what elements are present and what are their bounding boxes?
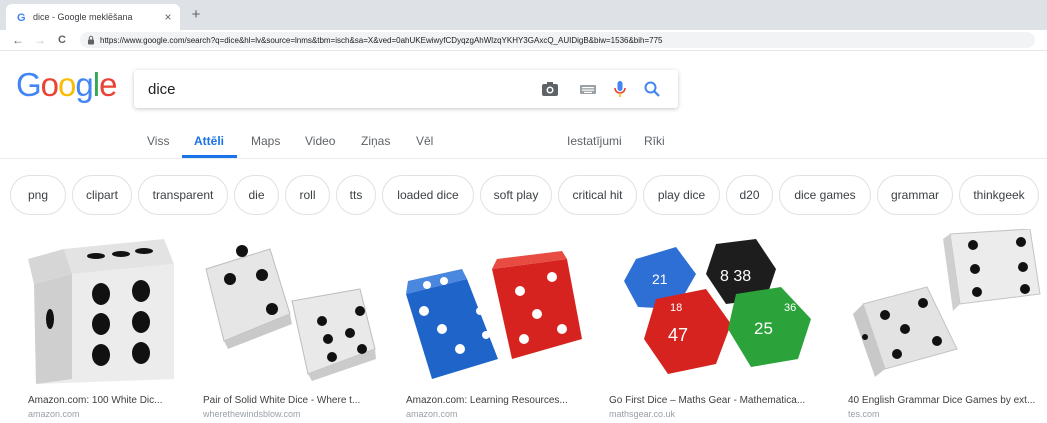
svg-text:Google: Google	[16, 67, 116, 103]
camera-icon[interactable]	[540, 79, 560, 99]
result-source-3: amazon.com	[406, 409, 458, 419]
chip-clipart[interactable]: clipart	[72, 175, 132, 215]
tab-more[interactable]: Vēl	[416, 134, 433, 148]
chip-roll[interactable]: roll	[285, 175, 330, 215]
chip-png[interactable]: png	[10, 175, 66, 215]
search-nav-tabs: Viss Attēli Maps Video Ziņas Vēl Iestatī…	[0, 128, 1047, 158]
tab-news[interactable]: Ziņas	[361, 134, 390, 148]
green-die-label: 25	[754, 319, 773, 338]
chip-dice-games[interactable]: dice games	[779, 175, 871, 215]
browser-tab[interactable]: G dice - Google meklēšana ×	[6, 4, 180, 30]
keyboard-icon[interactable]	[578, 79, 598, 99]
chip-tts[interactable]: tts	[336, 175, 376, 215]
tab-all[interactable]: Viss	[147, 134, 169, 148]
result-source-5: tes.com	[848, 409, 880, 419]
microphone-icon[interactable]	[610, 79, 630, 99]
blue-red-dice-image	[406, 251, 582, 379]
tab-close-icon[interactable]: ×	[160, 10, 176, 24]
tab-video[interactable]: Video	[305, 134, 335, 148]
grammar-dice-image	[853, 229, 1041, 377]
svg-text:G: G	[17, 12, 26, 23]
red-die-label: 47	[668, 325, 688, 345]
header-divider	[0, 158, 1047, 159]
result-source-4: mathsgear.co.uk	[609, 409, 676, 419]
chip-critical-hit[interactable]: critical hit	[558, 175, 637, 215]
address-url: https://www.google.com/search?q=dice&hl=…	[100, 35, 663, 45]
search-box[interactable]: dice	[134, 70, 678, 108]
result-title-1[interactable]: Amazon.com: 100 White Dic...	[28, 395, 178, 406]
result-source-1: amazon.com	[28, 409, 80, 419]
new-tab-button[interactable]: +	[186, 5, 206, 25]
chip-d20[interactable]: d20	[726, 175, 773, 215]
chip-die[interactable]: die	[234, 175, 279, 215]
result-image-5[interactable]	[845, 229, 1042, 387]
result-title-5[interactable]: 40 English Grammar Dice Games by ext...	[848, 395, 1043, 406]
result-image-3[interactable]	[402, 229, 585, 387]
address-bar[interactable]: https://www.google.com/search?q=dice&hl=…	[80, 32, 1035, 48]
result-image-1[interactable]	[24, 229, 179, 387]
lock-icon	[88, 35, 94, 45]
tab-title: dice - Google meklēšana	[33, 12, 133, 22]
black-die-label: 8 38	[720, 268, 751, 285]
google-favicon-icon: G	[17, 12, 26, 23]
chip-transparent[interactable]: transparent	[138, 175, 228, 215]
google-logo[interactable]: Google	[16, 67, 121, 103]
chip-thinkgeek[interactable]: thinkgeek	[959, 175, 1039, 215]
red-die-small-label: 18	[670, 302, 682, 314]
chip-soft-play[interactable]: soft play	[480, 175, 552, 215]
result-title-3[interactable]: Amazon.com: Learning Resources...	[406, 395, 586, 406]
result-image-2[interactable]	[200, 229, 382, 387]
tools-link[interactable]: Rīki	[644, 134, 665, 148]
chip-loaded-dice[interactable]: loaded dice	[382, 175, 474, 215]
blue-die-label: 21	[652, 271, 668, 287]
result-title-4[interactable]: Go First Dice – Maths Gear - Mathematica…	[609, 395, 824, 406]
white-die-image	[28, 239, 174, 384]
browser-tab-bar: G dice - Google meklēšana × +	[0, 0, 1047, 30]
browser-toolbar: ← → C https://www.google.com/search?q=di…	[0, 30, 1047, 51]
search-input[interactable]: dice	[148, 81, 176, 98]
search-icon[interactable]	[642, 79, 662, 99]
settings-link[interactable]: Iestatījumi	[567, 134, 622, 148]
result-image-4[interactable]: 21 8 38 47 18 25 36	[606, 229, 824, 387]
tab-maps[interactable]: Maps	[251, 134, 280, 148]
colored-d12-dice-image: 21 8 38 47 18 25 36	[624, 239, 811, 374]
white-dice-pair-image	[205, 245, 376, 381]
green-die-small-label: 36	[784, 302, 796, 314]
forward-button[interactable]: →	[32, 32, 48, 48]
back-button[interactable]: ←	[10, 32, 26, 48]
result-source-2: wherethewindsblow.com	[203, 409, 301, 419]
tab-images[interactable]: Attēli	[194, 134, 224, 148]
reload-button[interactable]: C	[54, 32, 70, 48]
chip-play-dice[interactable]: play dice	[643, 175, 720, 215]
chip-grammar[interactable]: grammar	[877, 175, 953, 215]
result-title-2[interactable]: Pair of Solid White Dice - Where t...	[203, 395, 381, 406]
